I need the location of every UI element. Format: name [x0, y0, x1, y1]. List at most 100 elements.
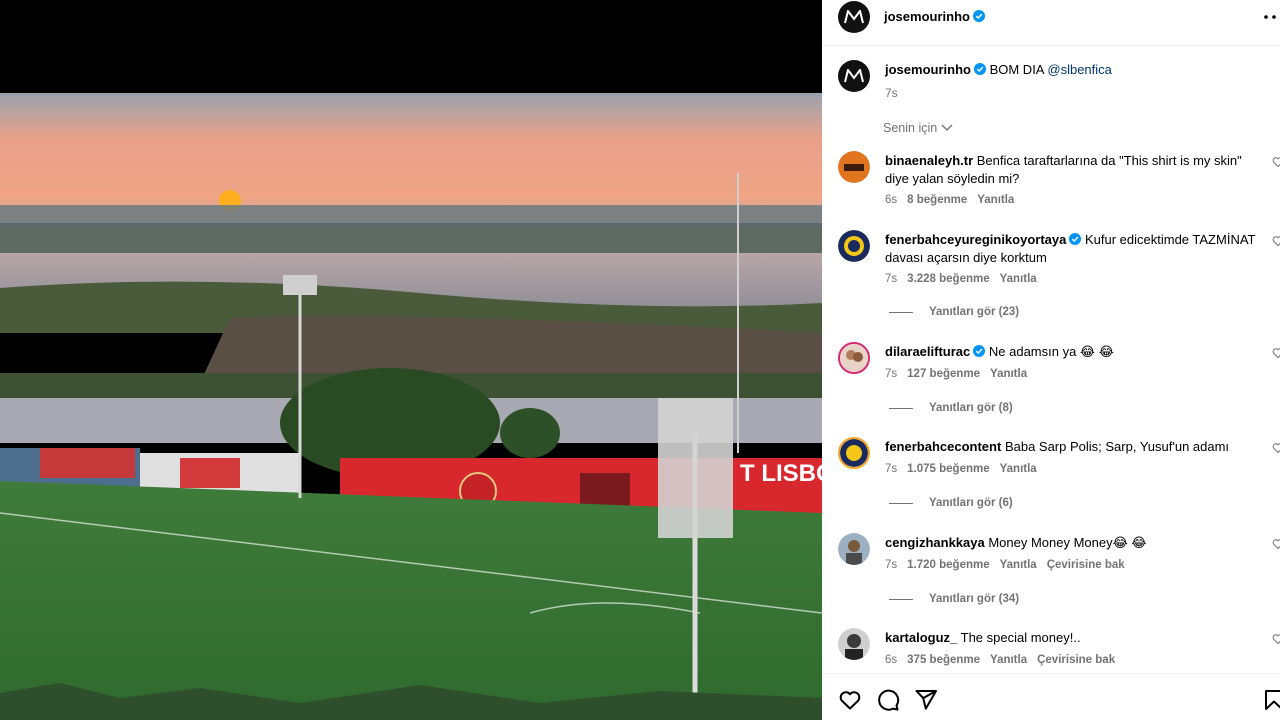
caption-avatar[interactable] [838, 60, 870, 92]
comment-time: 7s [885, 559, 898, 571]
caption-username[interactable]: josemourinho [885, 62, 971, 77]
caption-text-line: josemourinho BOM DIA @slbenfica [885, 62, 1112, 77]
comment-meta: 7s 1.720 beğenme Yanıtla Çevirisine bak [885, 559, 1135, 571]
comment-likes[interactable]: 8 beğenme [907, 194, 967, 206]
header-user: josemourinho [884, 8, 985, 26]
bookmark-icon[interactable] [1262, 688, 1280, 712]
comment-time: 6s [885, 654, 898, 666]
view-replies-button[interactable]: Yanıtları gör (34) [889, 593, 1019, 605]
view-replies-label: Yanıtları gör (23) [929, 306, 1020, 318]
mourinho-logo-icon [844, 10, 864, 24]
avatar-image [838, 628, 870, 660]
avatar-image [838, 230, 870, 262]
comment-username[interactable]: binaenaleyh.tr [885, 153, 973, 168]
comment-meta: 6s 8 beğenme Yanıtla [885, 194, 1024, 206]
view-replies-button[interactable]: Yanıtları gör (6) [889, 497, 1013, 509]
caption-mention-link[interactable]: @slbenfica [1047, 62, 1112, 77]
reply-button[interactable]: Yanıtla [1000, 559, 1037, 571]
comment-username[interactable]: dilaraelifturac [885, 344, 970, 359]
comment-likes[interactable]: 1.720 beğenme [907, 559, 989, 571]
instagram-post-viewer: T LISBOA josemourinho [0, 0, 1280, 720]
replies-divider [889, 502, 913, 504]
see-translation-button[interactable]: Çevirisine bak [1047, 559, 1125, 571]
comment-likes[interactable]: 3.228 beğenme [907, 273, 989, 285]
view-replies-label: Yanıtları gör (6) [929, 497, 1013, 509]
commenter-avatar[interactable] [838, 628, 870, 660]
comment-meta: 7s 127 beğenme Yanıtla [885, 368, 1037, 380]
avatar-image [838, 533, 870, 565]
comment-body: Baba Sarp Polis; Sarp, Yusuf'un adamı [1004, 439, 1230, 454]
post-photo[interactable]: T LISBOA [0, 93, 822, 720]
comment-username[interactable]: cengizhankkaya [885, 535, 985, 550]
comment-body: Money Money Money😂 😂 [988, 535, 1147, 550]
comment-time: 6s [885, 194, 898, 206]
reply-button[interactable]: Yanıtla [1000, 463, 1037, 475]
reply-button[interactable]: Yanıtla [990, 368, 1027, 380]
comment-meta: 7s 3.228 beğenme Yanıtla [885, 273, 1047, 285]
comments-pane: josemourinho josemourinho BOM DIA @slben… [822, 0, 1280, 720]
commenter-avatar[interactable] [838, 533, 870, 565]
comment-body: Ne adamsın ya 😂 😂 [988, 344, 1114, 359]
stadium-sign-text: T LISBOA [740, 460, 822, 487]
view-replies-button[interactable]: Yanıtları gör (23) [889, 306, 1019, 318]
comment-icon[interactable] [876, 688, 900, 712]
more-horizontal-icon[interactable] [1262, 9, 1280, 25]
comment-time: 7s [885, 273, 898, 285]
commenter-avatar[interactable] [838, 230, 870, 262]
replies-divider [889, 407, 913, 409]
comment-heart-icon[interactable] [1272, 442, 1280, 454]
sort-label: Senin için [883, 121, 938, 135]
comment-time: 7s [885, 463, 898, 475]
author-username[interactable]: josemourinho [884, 9, 970, 24]
media-pane: T LISBOA [0, 0, 822, 720]
commenter-avatar[interactable] [838, 342, 870, 374]
verified-badge-icon [1069, 233, 1082, 245]
comment-likes[interactable]: 127 beğenme [907, 368, 980, 380]
comment-heart-icon[interactable] [1272, 156, 1280, 168]
comment-text: binaenaleyh.tr Benfica taraftarlarına da… [885, 152, 1260, 188]
reply-button[interactable]: Yanıtla [990, 654, 1027, 666]
caption-time: 7s [885, 86, 898, 100]
avatar-image [838, 151, 870, 183]
avatar-image [840, 344, 868, 372]
author-avatar[interactable] [838, 1, 870, 33]
verified-badge-icon [973, 63, 986, 75]
view-replies-label: Yanıtları gör (34) [929, 593, 1020, 605]
post-action-bar [822, 673, 1280, 720]
comment-text: fenerbahcecontent Baba Sarp Polis; Sarp,… [885, 438, 1260, 456]
commenter-avatar[interactable] [838, 151, 870, 183]
comment-heart-icon[interactable] [1272, 347, 1280, 359]
comment-likes[interactable]: 375 beğenme [907, 654, 980, 666]
reply-button[interactable]: Yanıtla [1000, 273, 1037, 285]
chevron-down-icon [941, 124, 953, 131]
comment-heart-icon[interactable] [1272, 538, 1280, 550]
comment-time: 7s [885, 368, 898, 380]
comment-username[interactable]: fenerbahceyureginikoyortaya [885, 232, 1066, 247]
replies-divider [889, 311, 913, 313]
view-replies-label: Yanıtları gör (8) [929, 402, 1013, 414]
commenter-avatar[interactable] [838, 437, 870, 469]
verified-badge-icon [972, 10, 985, 22]
heart-icon[interactable] [838, 688, 862, 712]
comment-username[interactable]: kartaloguz_ [885, 630, 957, 645]
comment-text: dilaraelifturac Ne adamsın ya 😂 😂 [885, 343, 1260, 361]
replies-divider [889, 598, 913, 600]
see-translation-button[interactable]: Çevirisine bak [1037, 654, 1115, 666]
avatar-image [840, 439, 868, 467]
post-header: josemourinho [822, 0, 1280, 46]
training-ground-sunrise-image: T LISBOA [0, 93, 822, 720]
caption-text: BOM DIA [989, 62, 1044, 77]
comment-text: cengizhankkaya Money Money Money😂 😂 [885, 534, 1260, 552]
comment-username[interactable]: fenerbahcecontent [885, 439, 1001, 454]
comment-meta: 6s 375 beğenme Yanıtla Çevirisine bak [885, 654, 1125, 666]
reply-button[interactable]: Yanıtla [977, 194, 1014, 206]
comment-heart-icon[interactable] [1272, 235, 1280, 247]
send-icon[interactable] [914, 688, 938, 712]
comment-text: fenerbahceyureginikoyortaya Kufur edicek… [885, 231, 1260, 267]
comment-likes[interactable]: 1.075 beğenme [907, 463, 989, 475]
mourinho-logo-icon [844, 69, 864, 83]
comment-body: The special money!.. [960, 630, 1081, 645]
comment-heart-icon[interactable] [1272, 633, 1280, 645]
view-replies-button[interactable]: Yanıtları gör (8) [889, 402, 1013, 414]
comment-sort-dropdown[interactable]: Senin için [883, 121, 953, 135]
